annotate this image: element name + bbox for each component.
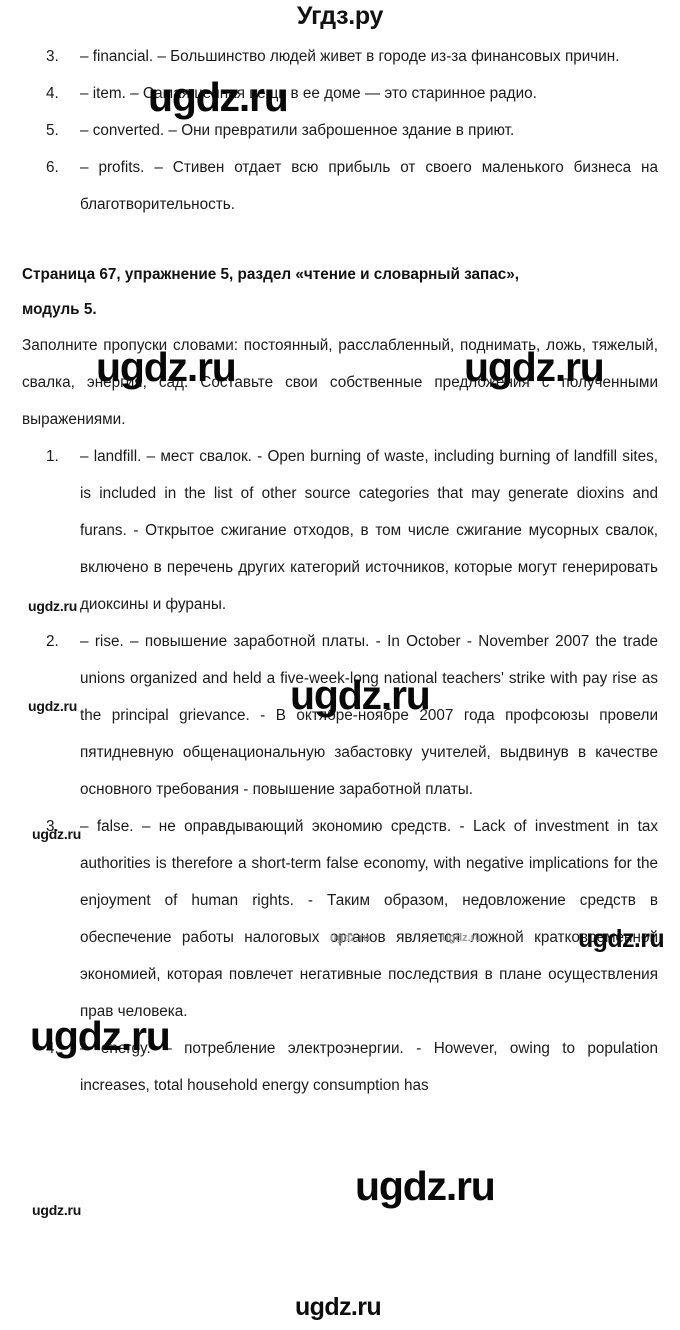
top-answers-list: 3. – financial. – Большинство людей живе… — [22, 38, 658, 223]
list-item-number: 4. — [46, 85, 59, 102]
list-item-text: – converted. – Они превратили заброшенно… — [80, 122, 515, 139]
list-item: 4. – item. – Самая ценная вещь в ее доме… — [22, 75, 658, 112]
document-body: 3. – financial. – Большинство людей живе… — [0, 38, 680, 1104]
list-item-text: – profits. – Стивен отдает всю прибыль о… — [80, 159, 658, 213]
site-brand-watermark: Угдз.ру — [296, 2, 384, 30]
list-item-number: 2. — [46, 633, 59, 650]
list-item-text: – financial. – Большинство людей живет в… — [80, 48, 620, 65]
task-instruction: Заполните пропуски словами: постоянный, … — [22, 337, 658, 428]
watermark-overlay: ugdz.ru — [355, 1163, 496, 1209]
section-heading-line-1: Страница 67, упражнение 5, раздел «чтени… — [22, 266, 520, 283]
list-item: 2. – rise. – повышение заработной платы.… — [22, 623, 658, 808]
list-item: 5. – converted. – Они превратили заброше… — [22, 112, 658, 149]
list-item-text: – false. – не оправдывающий экономию сре… — [80, 818, 658, 1020]
list-item: 3. – false. – не оправдывающий экономию … — [22, 808, 658, 1030]
list-item-text: – landfill. – мест свалок. - Open burnin… — [80, 448, 658, 613]
list-item: 4. – energy. – потребление электроэнерги… — [22, 1030, 658, 1104]
list-item: 6. – profits. – Стивен отдает всю прибыл… — [22, 149, 658, 223]
list-item-text: – item. – Самая ценная вещь в ее доме — … — [80, 85, 537, 102]
list-item-text: – energy. – потребление электроэнергии. … — [80, 1040, 658, 1094]
answers-list: 1. – landfill. – мест свалок. - Open bur… — [22, 438, 658, 1104]
list-item-number: 4. — [46, 1040, 59, 1057]
list-item: 1. – landfill. – мест свалок. - Open bur… — [22, 438, 658, 623]
list-item-text: – rise. – повышение заработной платы. - … — [80, 633, 658, 798]
list-item-number: 3. — [46, 48, 59, 65]
list-item-number: 6. — [46, 159, 59, 176]
watermark-overlay: ugdz.ru — [32, 1202, 82, 1218]
section-heading-line-2: модуль 5. — [22, 301, 97, 318]
list-item-number: 3. — [46, 818, 59, 835]
list-item: 3. – financial. – Большинство людей живе… — [22, 38, 658, 75]
section-heading: Страница 67, упражнение 5, раздел «чтени… — [22, 257, 658, 327]
list-item-number: 5. — [46, 122, 59, 139]
list-item-number: 1. — [46, 448, 59, 465]
watermark-overlay: ugdz.ru — [295, 1293, 382, 1321]
